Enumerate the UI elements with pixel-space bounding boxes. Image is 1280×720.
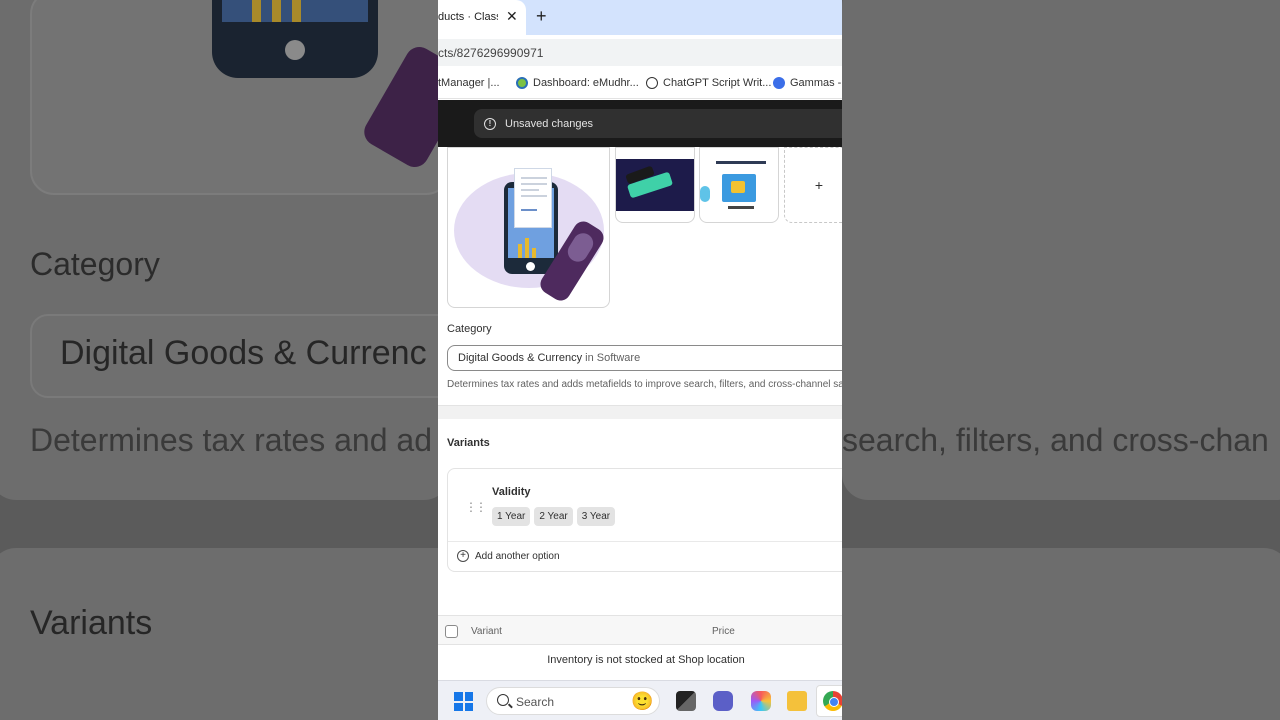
column-price: Price — [712, 626, 735, 637]
copilot-icon[interactable] — [751, 691, 771, 711]
category-help-text: Determines tax rates and adds metafields… — [447, 379, 842, 390]
search-placeholder: Search — [516, 695, 555, 709]
bg-help-right: search, filters, and cross-chan — [842, 422, 1269, 458]
search-icon — [497, 694, 509, 706]
bookmark-label: tManager |... — [438, 77, 500, 89]
option-value-pill[interactable]: 1 Year — [492, 507, 531, 526]
category-value: Digital Goods & Currency in Software — [458, 352, 641, 364]
file-explorer-icon[interactable] — [787, 691, 807, 711]
smiley-icon: 🙂 — [631, 691, 654, 711]
plus-circle-icon: + — [457, 550, 469, 562]
bookmark-item-2[interactable]: Dashboard: eMudhr... — [516, 77, 639, 89]
windows-taskbar: Search 🙂 — [438, 680, 842, 720]
select-all-checkbox[interactable] — [445, 625, 458, 638]
tab-strip: ducts · Class 3 ✕ + — [438, 0, 842, 35]
chrome-icon[interactable] — [823, 691, 842, 711]
unsaved-changes-text: Unsaved changes — [505, 117, 594, 130]
column-variant: Variant — [471, 626, 502, 637]
drag-handle-icon[interactable]: ⋮⋮ — [465, 500, 487, 514]
bookmark-item-4[interactable]: Gammas - G — [773, 77, 842, 89]
chatgpt-icon — [646, 77, 658, 89]
new-tab-plus-icon[interactable]: + — [536, 6, 547, 27]
add-media-button[interactable]: + — [784, 147, 842, 223]
bookmarks-bar: tManager |... Dashboard: eMudhr... ChatG… — [438, 69, 842, 99]
product-image-thumb-1[interactable] — [615, 147, 695, 223]
bookmark-label: Dashboard: eMudhr... — [533, 77, 639, 89]
option-values: 1 Year 2 Year 3 Year — [492, 507, 616, 526]
variant-options-card: ⋮⋮ Validity 1 Year 2 Year 3 Year + Add a… — [447, 468, 842, 572]
bg-category-value: Digital Goods & Currenc — [60, 334, 427, 372]
product-image-main[interactable] — [447, 147, 610, 308]
variants-title: Variants — [447, 437, 490, 449]
address-bar: cts/8276296990971 — [438, 35, 842, 69]
bg-phone-illustration — [212, 0, 378, 78]
bookmark-label: Gammas - G — [790, 77, 842, 89]
google-icon — [773, 77, 785, 89]
option-name[interactable]: Validity — [492, 486, 531, 498]
bg-product-image — [30, 0, 450, 195]
bg-category-label: Category — [30, 246, 160, 282]
product-form: + Category Digital Goods & Currency in S… — [438, 147, 842, 680]
variants-table-header: Variant Price — [438, 615, 842, 645]
tab-title: ducts · Class 3 — [438, 11, 498, 23]
option-value-pill[interactable]: 3 Year — [576, 507, 616, 526]
category-input[interactable]: Digital Goods & Currency in Software — [447, 345, 842, 371]
tab-products[interactable]: ducts · Class 3 ✕ — [438, 0, 526, 35]
url-text: cts/8276296990971 — [438, 46, 544, 60]
task-view-icon[interactable] — [676, 691, 696, 711]
option-value-pill[interactable]: 2 Year — [534, 507, 573, 526]
bookmark-label: ChatGPT Script Writ... — [663, 77, 772, 89]
section-divider — [438, 405, 842, 419]
inventory-note: Inventory is not stocked at Shop locatio… — [547, 654, 745, 666]
emudhra-icon — [516, 77, 528, 89]
alert-icon: ! — [484, 117, 496, 130]
category-label: Category — [447, 323, 492, 335]
taskbar-search[interactable]: Search 🙂 — [486, 687, 660, 715]
browser-window: ducts · Class 3 ✕ + cts/8276296990971 tM… — [438, 0, 842, 720]
windows-start-icon[interactable] — [454, 692, 473, 711]
add-another-option-button[interactable]: + Add another option — [457, 550, 560, 562]
bg-help-left: Determines tax rates and ad — [30, 422, 432, 458]
close-icon[interactable]: ✕ — [506, 8, 518, 25]
unsaved-changes-bar: ! Unsaved changes — [474, 109, 842, 138]
admin-topbar: ! Unsaved changes — [438, 100, 842, 147]
document-illustration — [514, 168, 552, 228]
bookmark-item-3[interactable]: ChatGPT Script Writ... — [646, 77, 771, 89]
lock-icon — [731, 181, 745, 193]
product-image-thumb-2[interactable] — [699, 147, 779, 223]
add-option-label: Add another option — [475, 550, 560, 562]
bookmark-item-1[interactable]: tManager |... — [438, 77, 500, 89]
teams-icon[interactable] — [713, 691, 733, 711]
bg-variants-label: Variants — [30, 604, 153, 642]
